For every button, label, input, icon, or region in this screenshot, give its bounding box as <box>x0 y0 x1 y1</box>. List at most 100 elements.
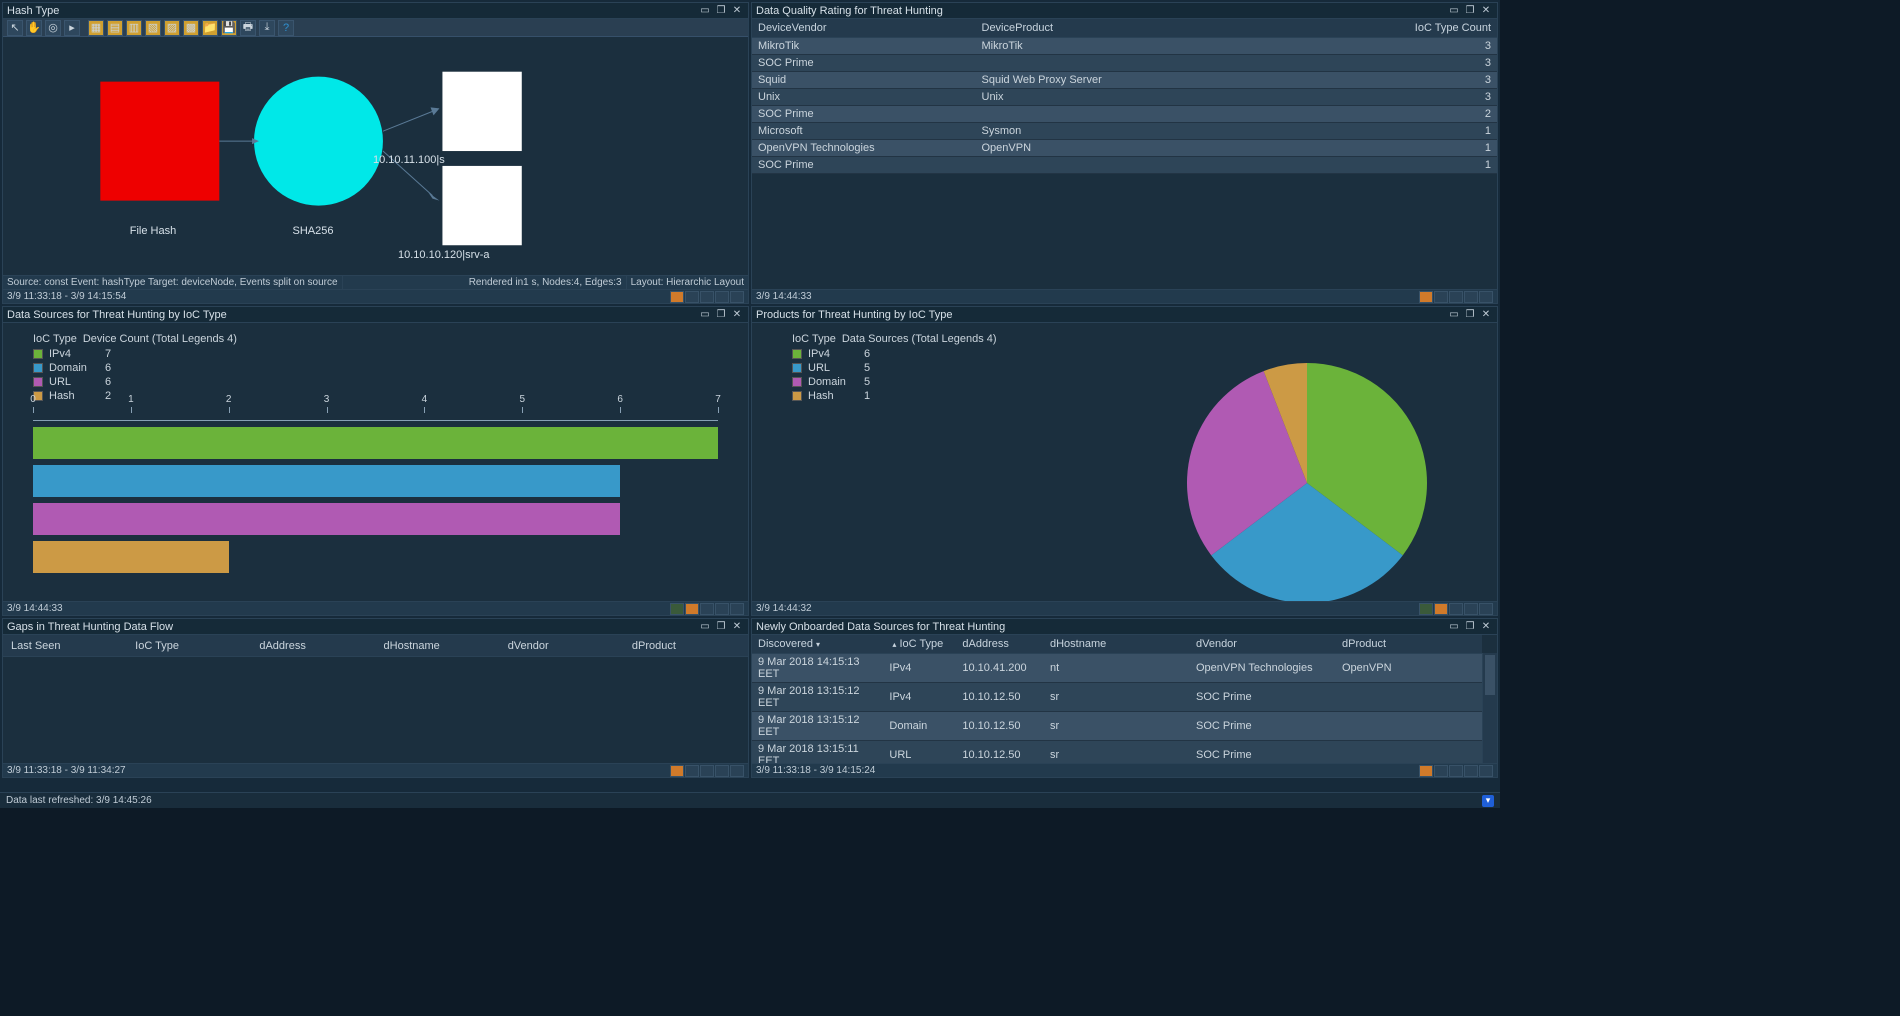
maximize-icon[interactable]: ❐ <box>714 309 728 321</box>
col-header[interactable]: dHostname <box>1044 635 1190 653</box>
col-header[interactable]: ▴ IoC Type <box>883 635 956 653</box>
col-header[interactable]: dHostname <box>376 640 500 652</box>
col-header[interactable]: dAddress <box>956 635 1044 653</box>
graph-canvas[interactable]: File Hash SHA256 10.10.11.100|s 10.10.10… <box>3 37 748 275</box>
footer-icon[interactable] <box>700 291 714 303</box>
footer-icon[interactable] <box>685 603 699 615</box>
col-header[interactable]: dVendor <box>1190 635 1336 653</box>
tool-export-icon[interactable]: ⤓ <box>259 20 275 36</box>
footer-icon[interactable] <box>730 291 744 303</box>
tool-print-icon[interactable]: 🖶 <box>240 20 256 36</box>
node-host-2[interactable] <box>442 166 521 245</box>
footer-icon[interactable] <box>730 603 744 615</box>
tool-legend-icon[interactable]: ▩ <box>183 20 199 36</box>
tool-target-icon[interactable]: ◎ <box>45 20 61 36</box>
footer-icon[interactable] <box>1464 291 1478 303</box>
footer-icon[interactable] <box>685 765 699 777</box>
footer-icon[interactable] <box>1449 765 1463 777</box>
tool-help-icon[interactable]: ? <box>278 20 294 36</box>
tool-play-icon[interactable]: ▸ <box>64 20 80 36</box>
footer-icon[interactable] <box>670 291 684 303</box>
maximize-icon[interactable]: ❐ <box>1463 621 1477 633</box>
node-file-hash[interactable] <box>100 82 219 201</box>
maximize-icon[interactable]: ❐ <box>714 5 728 17</box>
legend-item[interactable]: Hash2 <box>33 389 738 403</box>
minimize-icon[interactable]: ▭ <box>698 309 712 321</box>
tool-folder-icon[interactable]: 📁 <box>202 20 218 36</box>
col-header[interactable]: Discovered▾ <box>752 635 883 653</box>
footer-icon[interactable] <box>670 603 684 615</box>
footer-icon[interactable] <box>1419 603 1433 615</box>
table-row[interactable]: UnixUnix3 <box>752 88 1497 105</box>
col-header[interactable]: dProduct <box>1336 635 1482 653</box>
minimize-icon[interactable]: ▭ <box>698 621 712 633</box>
tool-grid-icon[interactable]: ▦ <box>88 20 104 36</box>
col-vendor[interactable]: DeviceVendor <box>752 19 976 37</box>
footer-icon[interactable] <box>1464 603 1478 615</box>
tool-cursor-icon[interactable]: ↖ <box>7 20 23 36</box>
close-icon[interactable]: ✕ <box>1479 309 1493 321</box>
node-host-1[interactable] <box>442 72 521 151</box>
minimize-icon[interactable]: ▭ <box>698 5 712 17</box>
tool-layout-icon[interactable]: ▨ <box>164 20 180 36</box>
col-header[interactable]: IoC Type <box>127 640 251 652</box>
footer-icon[interactable] <box>700 603 714 615</box>
maximize-icon[interactable]: ❐ <box>1463 309 1477 321</box>
footer-icon[interactable] <box>715 291 729 303</box>
pie-chart[interactable] <box>1177 353 1437 601</box>
table-row[interactable]: MicrosoftSysmon1 <box>752 122 1497 139</box>
close-icon[interactable]: ✕ <box>730 309 744 321</box>
col-header[interactable]: Last Seen <box>3 640 127 652</box>
close-icon[interactable]: ✕ <box>1479 5 1493 17</box>
col-count[interactable]: IoC Type Count <box>1348 19 1497 37</box>
table-row[interactable]: MikroTikMikroTik3 <box>752 37 1497 54</box>
tool-chart-icon[interactable]: ▤ <box>107 20 123 36</box>
tool-hand-icon[interactable]: ✋ <box>26 20 42 36</box>
legend-item[interactable]: Domain6 <box>33 361 738 375</box>
maximize-icon[interactable]: ❐ <box>1463 5 1477 17</box>
table-row[interactable]: 9 Mar 2018 13:15:12 EETDomain10.10.12.50… <box>752 711 1482 740</box>
close-icon[interactable]: ✕ <box>730 621 744 633</box>
tool-list-icon[interactable]: ▥ <box>126 20 142 36</box>
table-row[interactable]: SquidSquid Web Proxy Server3 <box>752 71 1497 88</box>
bar-domain[interactable] <box>33 465 620 497</box>
footer-icon[interactable] <box>670 765 684 777</box>
table-row[interactable]: OpenVPN TechnologiesOpenVPN1 <box>752 139 1497 156</box>
footer-icon[interactable] <box>1434 291 1448 303</box>
footer-icon[interactable] <box>685 291 699 303</box>
table-row[interactable]: 9 Mar 2018 14:15:13 EETIPv410.10.41.200n… <box>752 653 1482 682</box>
scrollbar[interactable] <box>1482 653 1497 763</box>
footer-icon[interactable] <box>715 603 729 615</box>
table-row[interactable]: SOC Prime1 <box>752 156 1497 173</box>
scrollbar-thumb[interactable] <box>1485 655 1495 695</box>
table-row[interactable]: SOC Prime3 <box>752 54 1497 71</box>
footer-icon[interactable] <box>1419 291 1433 303</box>
table-row[interactable]: 9 Mar 2018 13:15:12 EETIPv410.10.12.50sr… <box>752 682 1482 711</box>
bar-url[interactable] <box>33 503 620 535</box>
table-row[interactable]: SOC Prime2 <box>752 105 1497 122</box>
legend-item[interactable]: URL6 <box>33 375 738 389</box>
footer-icon[interactable] <box>1479 291 1493 303</box>
footer-icon[interactable] <box>1449 603 1463 615</box>
bar-hash[interactable] <box>33 541 229 573</box>
footer-icon[interactable] <box>1434 765 1448 777</box>
footer-icon[interactable] <box>1479 603 1493 615</box>
footer-icon[interactable] <box>1449 291 1463 303</box>
table-row[interactable]: 9 Mar 2018 13:15:11 EETURL10.10.12.50srS… <box>752 740 1482 763</box>
minimize-icon[interactable]: ▭ <box>1447 5 1461 17</box>
col-product[interactable]: DeviceProduct <box>976 19 1349 37</box>
footer-icon[interactable] <box>1419 765 1433 777</box>
footer-icon[interactable] <box>1479 765 1493 777</box>
col-header[interactable]: dProduct <box>624 640 748 652</box>
footer-icon[interactable] <box>1434 603 1448 615</box>
close-icon[interactable]: ✕ <box>730 5 744 17</box>
col-header[interactable]: dAddress <box>251 640 375 652</box>
footer-icon[interactable] <box>1464 765 1478 777</box>
minimize-icon[interactable]: ▭ <box>1447 309 1461 321</box>
footer-icon[interactable] <box>730 765 744 777</box>
close-icon[interactable]: ✕ <box>1479 621 1493 633</box>
footer-icon[interactable] <box>700 765 714 777</box>
status-indicator-icon[interactable]: ▾ <box>1482 795 1494 807</box>
footer-icon[interactable] <box>715 765 729 777</box>
tool-tree-icon[interactable]: ▧ <box>145 20 161 36</box>
